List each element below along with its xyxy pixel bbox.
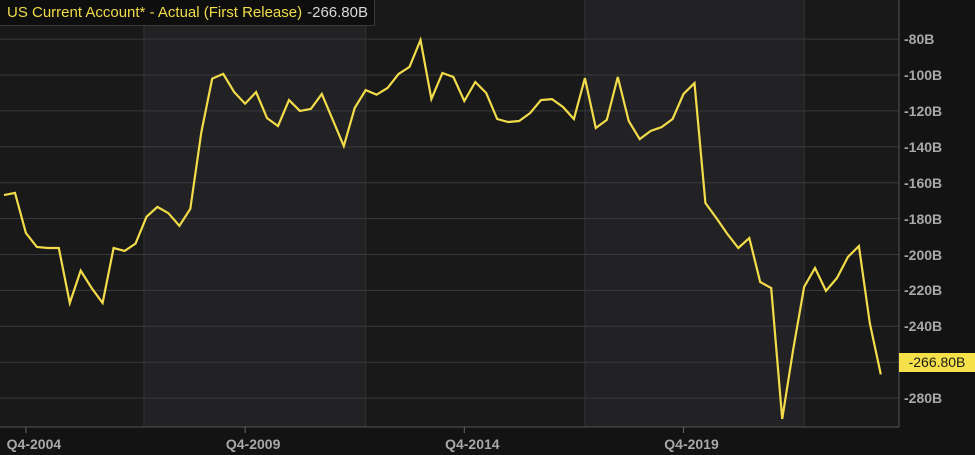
y-tick-label: -160B [904, 174, 943, 191]
y-tick-label: -180B [904, 210, 943, 227]
current-value-tag: -266.80B [899, 353, 975, 373]
x-tick-label: Q4-2014 [445, 436, 500, 452]
x-tick-label: Q4-2009 [225, 436, 281, 452]
shaded-band [584, 0, 805, 427]
y-tick-label: -200B [904, 246, 943, 263]
y-tick-label: -120B [904, 102, 943, 119]
x-tick-label: Q4-2019 [664, 436, 719, 452]
y-tick-label: -240B [904, 318, 943, 335]
y-tick-label: -280B [904, 390, 943, 407]
y-tick-label: -80B [904, 31, 935, 48]
chart-area [0, 0, 900, 433]
chart-title-value: -266.80B [307, 4, 368, 21]
y-tick-label: -140B [904, 138, 943, 155]
y-tick-label: -100B [904, 67, 943, 83]
shaded-band [143, 0, 366, 427]
chart-title: US Current Account* - Actual (First Rele… [7, 4, 303, 21]
chart-title-box: US Current Account* - Actual (First Rele… [0, 0, 375, 26]
x-tick-label: Q4-2004 [6, 436, 62, 452]
y-tick-label: -220B [904, 282, 943, 299]
